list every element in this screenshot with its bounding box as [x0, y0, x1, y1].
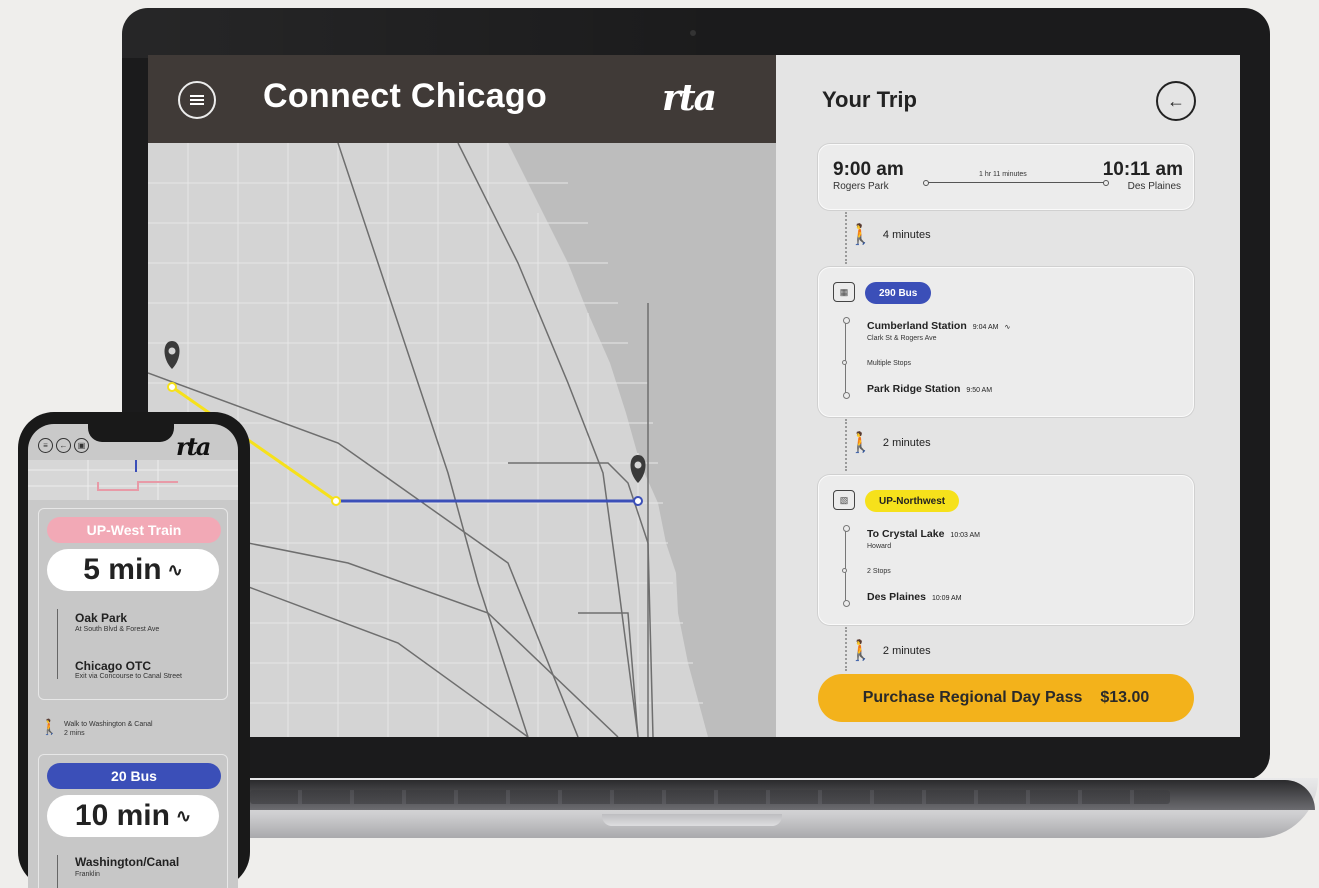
stops-line [843, 525, 850, 607]
walk-connector [845, 627, 847, 671]
walk-step: 🚶 2 minutes [848, 430, 931, 455]
phone-transit-card[interactable]: 20 Bus 10 min ∿ Washington/Canal Frankli… [38, 754, 228, 888]
trip-title: Your Trip [822, 87, 917, 112]
realtime-icon: ∿ [175, 805, 192, 826]
walk-duration: 4 minutes [882, 228, 931, 241]
arrive-time: 10:11 am [1102, 159, 1183, 180]
trip-summary-card[interactable]: 9:00 am Rogers Park 1 hr 11 minutes 10:1… [818, 144, 1194, 210]
walk-connector [845, 212, 847, 264]
arrive-place: Des Plaines [1127, 181, 1181, 192]
laptop-screen: Connect Chicago rta Your Trip ← 9:00 am … [148, 55, 1240, 737]
ticket-icon[interactable]: ▣ [74, 438, 89, 453]
phone-map-preview[interactable] [28, 460, 238, 500]
purchase-price: $13.00 [1100, 689, 1150, 706]
duration-line [923, 180, 1109, 186]
hamburger-icon [190, 95, 204, 105]
trip-duration: 1 hr 11 minutes [979, 171, 1027, 178]
trip-leg-card[interactable]: ▦ 290 Bus Cumberland Station 9:04 AM ∿ Cla… [818, 267, 1194, 417]
phone-toolbar: ≡ ← ▣ [38, 438, 89, 453]
phone-screen: ≡ ← ▣ rta UP-West Train 5 min ∿ Oak Park… [28, 424, 238, 888]
stops-summary: Multiple Stops [867, 360, 911, 367]
start-stop-time: 10:03 AM [950, 532, 980, 539]
route-badge: UP-Northwest [865, 490, 960, 512]
eta-value: 10 min [74, 799, 170, 832]
depart-place: Rogers Park [833, 181, 889, 192]
eta-display: 10 min ∿ [47, 795, 219, 837]
stops-summary: 2 Stops [867, 568, 891, 575]
stops-line [843, 317, 850, 399]
walk-connector [845, 419, 847, 471]
start-stop: Cumberland Station 9:04 AM ∿ [867, 320, 1010, 332]
menu-button[interactable] [178, 81, 216, 119]
walk-instruction: Walk to Washington & Canal 2 mins [64, 721, 153, 737]
stops-line [57, 855, 58, 888]
train-icon: ▧ [833, 490, 855, 510]
webcam [690, 30, 696, 36]
keyboard-keys [250, 790, 1170, 804]
walking-person-icon: 🚶 [848, 640, 873, 662]
back-button[interactable]: ← [1156, 81, 1196, 121]
walk-step: 🚶 4 minutes [848, 222, 931, 247]
purchase-day-pass-button[interactable]: Purchase Regional Day Pass $13.00 [818, 674, 1194, 722]
phone-transit-card[interactable]: UP-West Train 5 min ∿ Oak Park At South … [38, 508, 228, 700]
stop-name: Oak Park [75, 611, 128, 625]
rta-logo: rta [176, 432, 211, 461]
stop-sub: At South Blvd & Forest Ave [75, 626, 160, 633]
depart-time: 9:00 am [833, 159, 904, 180]
route-badge: 290 Bus [865, 282, 932, 304]
eta-value: 5 min [83, 553, 162, 586]
start-stop-time: 9:04 AM [972, 324, 999, 331]
route-badge: UP-West Train [47, 517, 221, 543]
start-stop-name: To Crystal Lake [867, 528, 945, 540]
trip-leg-card[interactable]: ▧ UP-Northwest To Crystal Lake 10:03 AM H… [818, 475, 1194, 625]
stop-name: Chicago OTC [75, 659, 152, 673]
end-stop-time: 10:09 AM [931, 595, 962, 602]
end-stop: Des Plaines 10:09 AM [867, 591, 962, 603]
end-stop-time: 9:50 AM [966, 387, 993, 394]
end-stop-name: Park Ridge Station [867, 383, 961, 395]
stop-sub: Franklin [75, 871, 100, 878]
walking-person-icon: 🚶 [848, 224, 873, 246]
stops-line [57, 609, 58, 679]
walk-duration: 2 minutes [882, 436, 931, 449]
transfer-point [331, 496, 341, 506]
hamburger-icon[interactable]: ≡ [38, 438, 53, 453]
walking-person-icon: 🚶 [848, 432, 873, 454]
purchase-label: Purchase Regional Day Pass [862, 689, 1083, 706]
stop-dot [842, 568, 847, 573]
stop-sub: Exit via Concourse to Canal Street [75, 673, 182, 680]
end-stop: Park Ridge Station 9:50 AM [867, 383, 992, 395]
route-badge: 20 Bus [47, 763, 221, 789]
start-stop: To Crystal Lake 10:03 AM [867, 528, 980, 540]
end-stop-name: Des Plaines [867, 591, 926, 603]
phone-notch [88, 420, 174, 442]
lid-notch [602, 814, 782, 826]
bus-icon: ▦ [833, 282, 855, 302]
origin-point [167, 382, 177, 392]
eta-display: 5 min ∿ [47, 549, 219, 591]
realtime-icon: ∿ [167, 559, 183, 580]
rta-logo: rta [662, 77, 717, 119]
app-title: Connect Chicago [263, 77, 548, 115]
walking-person-icon: 🚶 [40, 719, 59, 736]
laptop-glare [122, 8, 722, 58]
start-stop-sub: Howard [867, 543, 892, 550]
arrow-left-icon[interactable]: ← [56, 438, 71, 453]
realtime-icon: ∿ [1004, 324, 1011, 331]
stop-name: Washington/Canal [75, 855, 180, 869]
destination-point [633, 496, 643, 506]
start-stop-sub: Clark St & Rogers Ave [867, 335, 937, 342]
arrow-left-icon: ← [1167, 90, 1185, 111]
walk-duration: 2 minutes [882, 644, 931, 657]
app-header: Connect Chicago rta [148, 55, 776, 143]
start-stop-name: Cumberland Station [867, 320, 967, 332]
stop-dot [842, 360, 847, 365]
trip-panel: Your Trip ← 9:00 am Rogers Park 1 hr 11 … [776, 55, 1240, 737]
walk-step: 🚶 2 minutes [848, 638, 931, 663]
